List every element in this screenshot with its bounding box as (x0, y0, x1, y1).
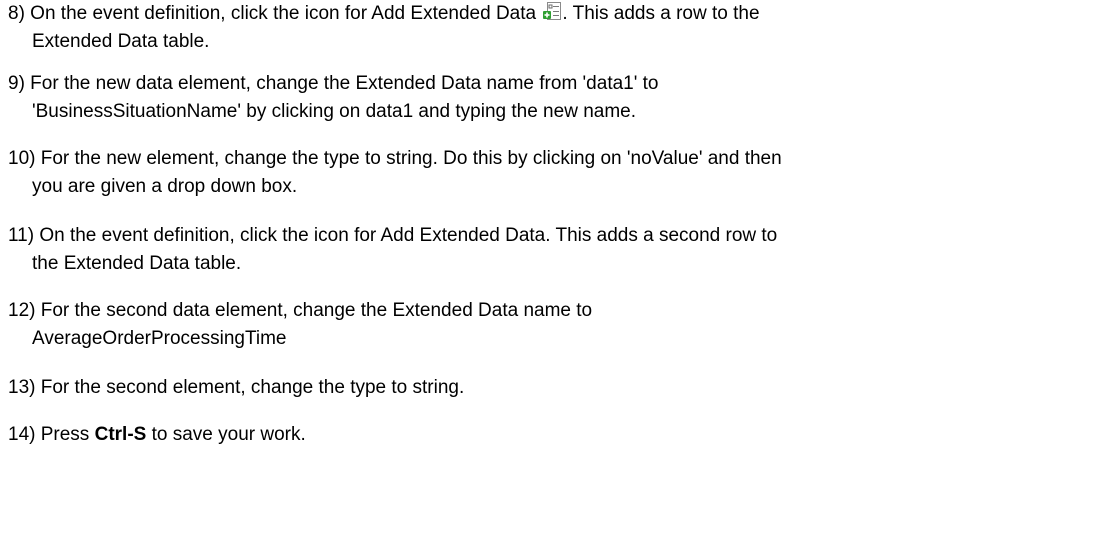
step-10-line-2: you are given a drop down box. (32, 176, 298, 197)
step-11-line-2: the Extended Data table. (32, 253, 242, 274)
step-11-line-1: 11) On the event definition, click the i… (8, 225, 778, 246)
step-9: 9) For the new data element, change the … (8, 70, 1098, 126)
step-8: 8) On the event definition, click the ic… (8, 0, 1098, 56)
step-13: 13) For the second element, change the t… (8, 374, 1098, 402)
step-9-line-2: 'BusinessSituationName' by clicking on d… (32, 101, 637, 122)
ctrl-s-shortcut: Ctrl-S (94, 424, 147, 445)
step-10-line-1: 10) For the new element, change the type… (8, 148, 782, 169)
step-12-line-2: AverageOrderProcessingTime (32, 328, 287, 349)
instruction-steps: 8) On the event definition, click the ic… (0, 0, 1110, 533)
step-14: 14) Press Ctrl-S to save your work. (8, 421, 1098, 449)
step-13-line-1: 13) For the second element, change the t… (8, 377, 465, 398)
step-12: 12) For the second data element, change … (8, 297, 1098, 353)
step-10: 10) For the new element, change the type… (8, 145, 1098, 201)
step-11: 11) On the event definition, click the i… (8, 222, 1098, 278)
step-9-line-1: 9) For the new data element, change the … (8, 73, 659, 94)
step-8-text-before-icon: 8) On the event definition, click the ic… (8, 3, 542, 24)
step-14-prefix: 14) Press (8, 424, 95, 445)
add-extended-data-icon (543, 2, 562, 20)
step-14-suffix: to save your work. (146, 424, 306, 445)
step-8-line-2: Extended Data table. (32, 31, 210, 52)
step-12-line-1: 12) For the second data element, change … (8, 300, 593, 321)
step-8-text-after-icon: . This adds a row to the (562, 3, 760, 24)
